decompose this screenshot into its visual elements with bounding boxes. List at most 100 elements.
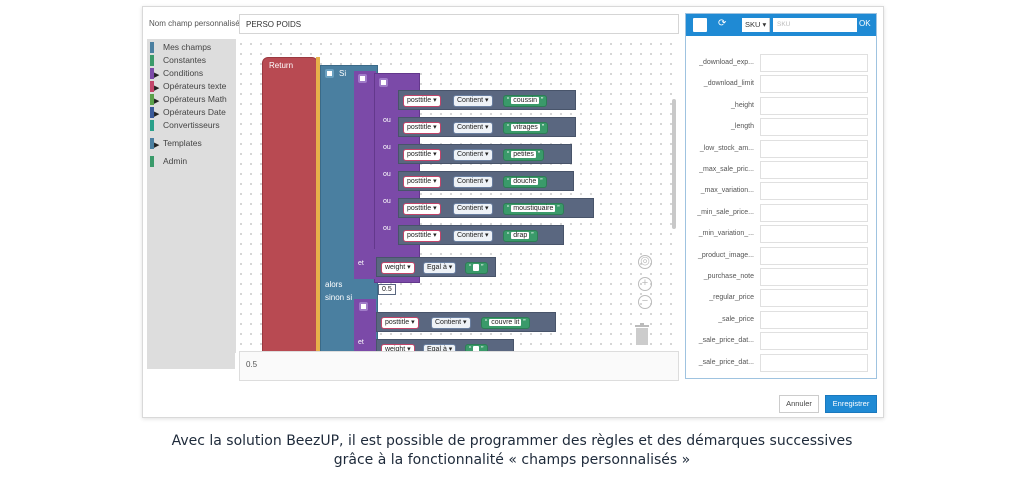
field-name-input[interactable]: PERSO POIDS <box>239 14 679 34</box>
attribute-value-input[interactable] <box>760 54 868 72</box>
operator-dropdown[interactable]: Contient ▾ <box>453 176 493 188</box>
toolbox-item-conditions[interactable]: ▶ Conditions <box>147 67 235 80</box>
caption-line-1: Avec la solution BeezUP, il est possible… <box>171 433 853 449</box>
string-value[interactable]: drap <box>511 232 530 239</box>
and-block[interactable] <box>354 71 376 251</box>
trash-icon[interactable] <box>634 323 650 345</box>
attribute-label: _download_exp... <box>699 59 754 66</box>
then-value[interactable]: 0.5 <box>378 284 396 295</box>
string-value[interactable]: douche <box>511 178 539 185</box>
attribute-value-input[interactable] <box>760 203 868 222</box>
then-label: alors <box>325 280 343 289</box>
string-literal[interactable]: “ douche ” <box>503 176 547 188</box>
string-literal[interactable]: “ coussin ” <box>503 95 548 107</box>
field-dropdown[interactable]: posttitle ▾ <box>403 149 441 161</box>
attribute-value-input[interactable] <box>760 268 868 286</box>
string-literal[interactable]: “ vitrages ” <box>503 122 549 134</box>
and-label: et <box>358 339 364 346</box>
sku-search-input[interactable]: SKU <box>773 18 857 32</box>
contains-condition-block[interactable]: posttitle ▾ Contient ▾ “ moustiquaire ” <box>398 198 594 218</box>
equals-operator-dropdown[interactable]: Egal à ▾ <box>423 262 457 274</box>
attribute-value-input[interactable] <box>760 353 868 372</box>
toolbox-item-label: Conditions <box>163 68 204 78</box>
attribute-value-input[interactable] <box>760 118 868 137</box>
cancel-button[interactable]: Annuler <box>779 395 819 413</box>
operator-label: Contient <box>457 232 484 239</box>
equals-condition-block[interactable]: weight ▾ Egal à ▾ “ ” <box>376 257 496 277</box>
sku-dropdown[interactable]: SKU ▾ <box>742 18 771 32</box>
string-value[interactable]: petites <box>511 151 536 158</box>
attribute-value-input[interactable] <box>760 289 868 308</box>
operator-dropdown[interactable]: Contient ▾ <box>453 149 493 161</box>
toolbox-item-operateurs-texte[interactable]: ▶ Opérateurs texte <box>147 80 235 93</box>
contains-condition-block[interactable]: posttitle ▾ Contient ▾ “ coussin ” <box>398 90 576 110</box>
string-value[interactable]: coussin <box>511 97 540 104</box>
string-value[interactable]: moustiquaire <box>511 205 556 212</box>
operator-dropdown[interactable]: Contient ▾ <box>453 230 493 242</box>
field-dropdown[interactable]: posttitle ▾ <box>403 122 441 134</box>
select-all-checkbox[interactable] <box>693 18 707 32</box>
empty-string-literal[interactable]: “ ” <box>465 262 488 274</box>
attribute-label: _product_image... <box>697 251 754 259</box>
attribute-label: _purchase_note <box>703 273 754 280</box>
attribute-value-input[interactable] <box>760 75 868 94</box>
ok-button[interactable]: OK <box>859 19 871 28</box>
toolbox-item-templates[interactable]: ▶ Templates <box>147 137 235 150</box>
gear-icon[interactable] <box>325 69 334 78</box>
toolbox-item-mes-champs[interactable]: Mes champs <box>147 41 235 54</box>
operator-dropdown[interactable]: Contient ▾ <box>453 95 493 107</box>
contains-condition-block[interactable]: posttitle ▾ Contient ▾ “ douche ” <box>398 171 574 191</box>
blockly-workspace[interactable]: Return Si alors sinon si ou ou ou ou ou … <box>235 39 679 353</box>
field-dropdown[interactable]: posttitle ▾ <box>403 176 441 188</box>
toolbox-item-operateurs-math[interactable]: ▶ Opérateurs Math <box>147 93 235 106</box>
category-color-bar <box>150 55 154 66</box>
field-dropdown[interactable]: posttitle ▾ <box>403 230 441 242</box>
attribute-value-input[interactable] <box>760 182 868 201</box>
contains-condition-block[interactable]: posttitle ▾ Contient ▾ “ vitrages ” <box>398 117 576 137</box>
refresh-icon[interactable]: ⟳ <box>718 18 726 29</box>
and-block-2[interactable]: et <box>354 299 376 353</box>
string-literal[interactable]: “ drap ” <box>503 230 538 242</box>
string-literal[interactable]: “ couvre lit ” <box>481 317 530 329</box>
string-literal[interactable]: “ moustiquaire ” <box>503 203 564 215</box>
field-dropdown-label: posttitle <box>407 178 432 185</box>
field-dropdown[interactable]: posttitle ▾ <box>403 95 441 107</box>
zoom-out-icon[interactable]: − <box>638 295 652 309</box>
zoom-in-icon[interactable]: + <box>638 277 652 291</box>
attribute-value-input[interactable] <box>760 310 868 329</box>
attribute-label: _max_sale_pric... <box>699 166 754 173</box>
field-dropdown[interactable]: posttitle ▾ <box>381 317 419 329</box>
attribute-value-input[interactable] <box>760 332 868 351</box>
attribute-value-input[interactable] <box>760 246 868 265</box>
attribute-value-input[interactable] <box>760 139 868 158</box>
toolbox-item-constantes[interactable]: Constantes <box>147 54 235 67</box>
workspace-scrollbar[interactable] <box>672 99 676 229</box>
field-dropdown-label: posttitle <box>407 205 432 212</box>
toolbox-item-admin[interactable]: Admin <box>147 155 235 168</box>
gear-icon[interactable] <box>358 74 367 83</box>
recenter-icon[interactable]: ◎ <box>638 255 652 269</box>
operator-dropdown[interactable]: Contient ▾ <box>453 203 493 215</box>
attribute-label: _max_variation... <box>700 187 754 195</box>
weight-field-dropdown[interactable]: weight ▾ <box>381 262 415 274</box>
contains-condition-block[interactable]: posttitle ▾ Contient ▾ “ couvre lit ” <box>376 312 556 332</box>
string-value[interactable]: vitrages <box>511 124 540 131</box>
attribute-value-input[interactable] <box>760 96 868 115</box>
expand-triangle-icon[interactable]: ▶ <box>154 139 159 152</box>
gear-icon[interactable] <box>359 302 368 311</box>
field-dropdown[interactable]: posttitle ▾ <box>403 203 441 215</box>
gear-icon[interactable] <box>379 78 388 87</box>
contains-condition-block[interactable]: posttitle ▾ Contient ▾ “ drap ” <box>398 225 564 245</box>
contains-condition-block[interactable]: posttitle ▾ Contient ▾ “ petites ” <box>398 144 572 164</box>
attribute-value-input[interactable] <box>760 161 868 179</box>
save-button[interactable]: Enregistrer <box>825 395 877 413</box>
attribute-row: _max_sale_pric... <box>686 160 876 180</box>
string-value[interactable]: couvre lit <box>489 319 522 326</box>
string-literal[interactable]: “ petites ” <box>503 149 545 161</box>
toolbox-item-convertisseurs[interactable]: Convertisseurs <box>147 119 235 132</box>
operator-dropdown[interactable]: Contient ▾ <box>431 317 471 329</box>
attribute-value-input[interactable] <box>760 225 868 244</box>
return-block[interactable]: Return <box>262 57 318 353</box>
toolbox-item-operateurs-date[interactable]: ▶ Opérateurs Date <box>147 106 235 119</box>
operator-dropdown[interactable]: Contient ▾ <box>453 122 493 134</box>
